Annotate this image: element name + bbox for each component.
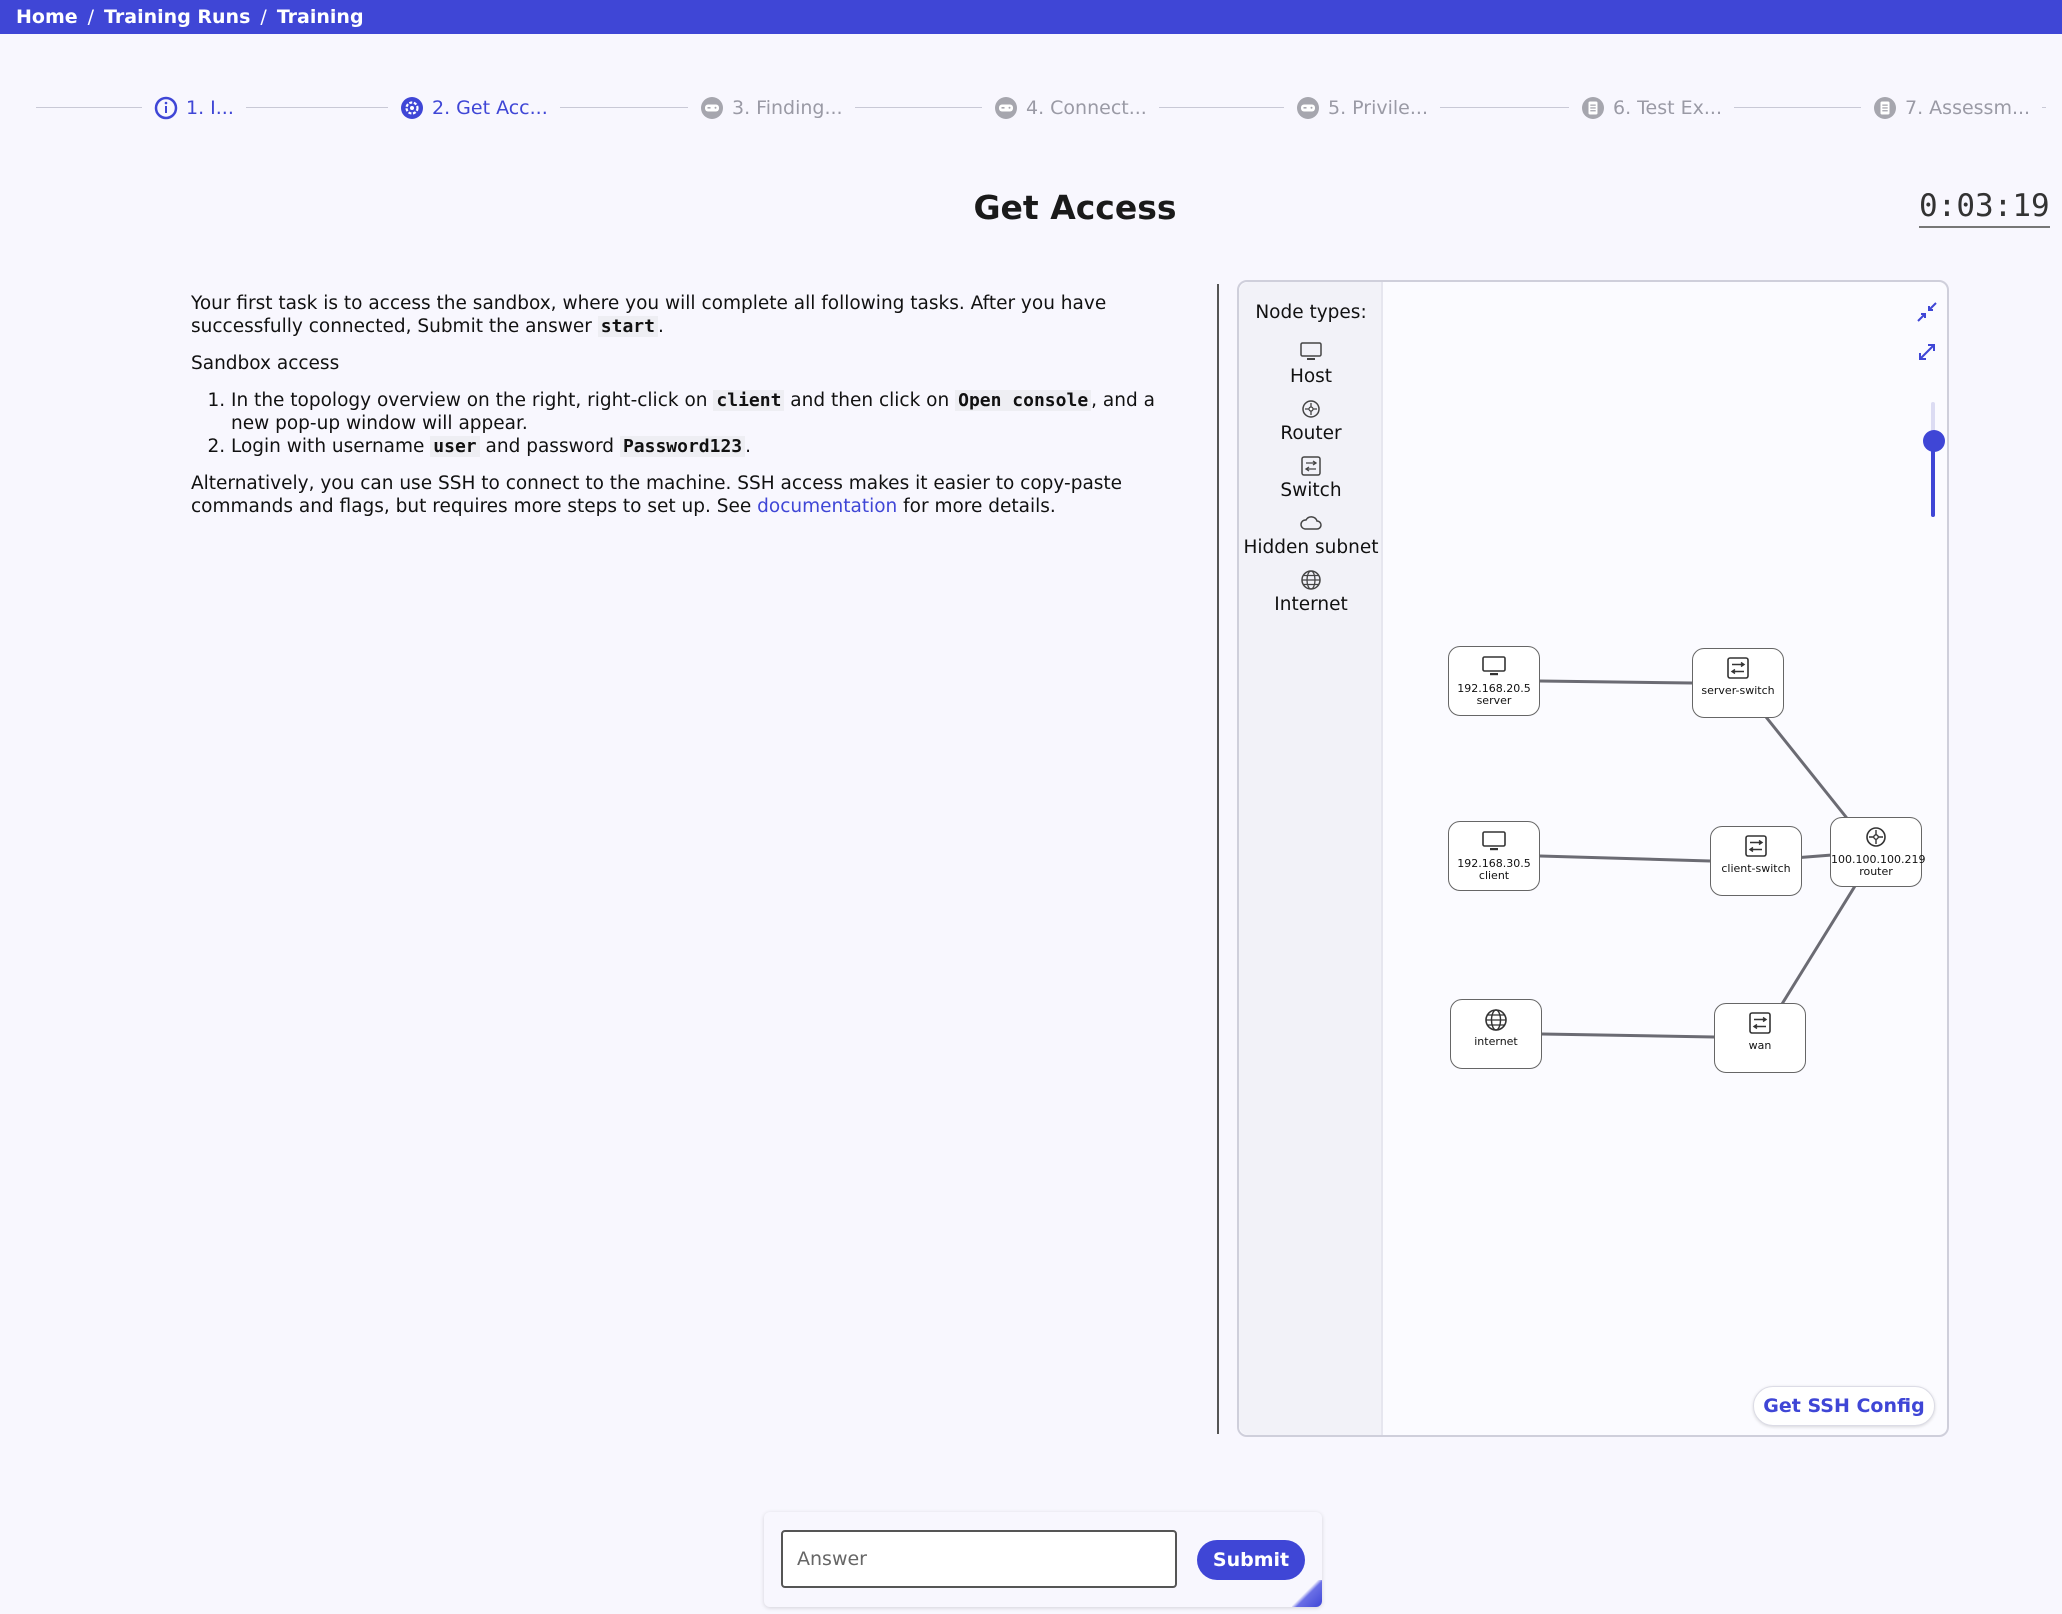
switch-icon [1745,835,1767,857]
breadcrumb-training-runs[interactable]: Training Runs [104,6,250,28]
monitor-icon [1482,831,1506,851]
cloud-icon [1300,516,1322,530]
info-icon [154,96,178,120]
level-stepper: 1. I... 2. Get Acc... 3. Finding... 4. C… [36,90,2046,126]
node-internet[interactable]: internet [1450,999,1542,1069]
step-5[interactable]: 5. Privile... [1284,90,1440,126]
node-name: client [1478,869,1510,882]
legend-title: Node types: [1255,302,1367,323]
text: and then click on [784,390,956,411]
intro-paragraph: Your first task is to access the sandbox… [191,292,1191,338]
switch-icon [1749,1012,1771,1034]
step-1[interactable]: 1. I... [142,90,246,126]
breadcrumb-home[interactable]: Home [16,6,78,28]
level-instructions: Your first task is to access the sandbox… [191,292,1191,532]
step-label: 2. Get Acc... [432,97,548,119]
breadcrumb-training: Training [276,6,364,28]
steps-list: In the topology overview on the right, r… [231,389,1191,458]
list-item: Login with username user and password Pa… [231,435,1191,458]
text: . [745,436,752,457]
get-ssh-config-button[interactable]: Get SSH Config [1753,1386,1935,1426]
node-name: wan [1748,1039,1772,1052]
node-type-legend: Node types: Host Router Switch Hidden su… [1239,282,1383,1435]
legend-label: Switch [1280,480,1342,501]
node-server-switch[interactable]: server-switch [1692,648,1784,718]
step-label: 3. Finding... [732,97,843,119]
section-heading: Sandbox access [191,353,340,374]
gear-icon [400,96,424,120]
router-icon [1302,400,1320,418]
documentation-link[interactable]: documentation [757,496,897,517]
node-name: client-switch [1721,862,1791,875]
zoom-slider-fill [1931,442,1935,517]
answer-form: Submit [764,1512,1322,1607]
code-password: Password123 [619,436,746,457]
gamepad-icon [1296,96,1320,120]
legend-host: Host [1239,340,1383,387]
zoom-slider[interactable] [1931,402,1935,517]
breadcrumb-separator: / [260,6,267,28]
step-label: 4. Connect... [1026,97,1147,119]
legend-label: Internet [1274,594,1348,615]
text: In the topology overview on the right, r… [231,390,714,411]
node-client-switch[interactable]: client-switch [1710,826,1802,896]
code-username: user [430,436,480,457]
step-label: 7. Assessm... [1905,97,2031,119]
node-name: server-switch [1701,684,1775,697]
document-icon [1581,96,1605,120]
node-router[interactable]: 100.100.100.219 router [1830,817,1925,887]
step-4[interactable]: 4. Connect... [982,90,1159,126]
legend-hidden-subnet: Hidden subnet [1239,511,1383,558]
globe-icon [1485,1009,1507,1031]
legend-label: Hidden subnet [1243,537,1379,558]
breadcrumb-separator: / [87,6,95,28]
node-name: server [1476,694,1512,707]
globe-icon [1301,570,1321,590]
text: and password [479,436,620,457]
expand-icon[interactable] [1913,338,1941,366]
resize-handle[interactable] [1292,1580,1322,1607]
step-7[interactable]: 7. Assessm... [1861,90,2043,126]
switch-icon [1727,657,1749,679]
node-name: router [1859,865,1893,878]
breadcrumb: Home / Training Runs / Training [0,0,2062,34]
switch-icon [1301,456,1321,476]
step-label: 6. Test Ex... [1613,97,1722,119]
list-item: In the topology overview on the right, r… [231,389,1191,435]
step-label: 1. I... [186,97,234,119]
panel-divider[interactable] [1217,284,1219,1434]
monitor-icon [1482,656,1506,676]
submit-button[interactable]: Submit [1197,1540,1305,1580]
legend-label: Host [1289,366,1333,387]
node-name: internet [1474,1035,1518,1048]
monitor-icon [1300,342,1322,360]
legend-label: Router [1280,423,1342,444]
text: for more details. [897,496,1056,517]
step-6[interactable]: 6. Test Ex... [1569,90,1734,126]
legend-router: Router [1239,397,1383,444]
router-icon [1866,827,1886,847]
collapse-icon[interactable] [1913,298,1941,326]
step-2[interactable]: 2. Get Acc... [388,90,560,126]
zoom-slider-handle[interactable] [1923,430,1945,452]
elapsed-timer: 0:03:19 [1919,188,2050,228]
step-3[interactable]: 3. Finding... [688,90,855,126]
answer-input[interactable] [781,1530,1177,1588]
gamepad-icon [994,96,1018,120]
node-server[interactable]: 192.168.20.5 server [1448,646,1540,716]
document-icon [1873,96,1897,120]
code-client: client [713,390,785,411]
text: . [657,316,664,337]
legend-switch: Switch [1239,454,1383,501]
step-label: 5. Privile... [1328,97,1428,119]
node-wan[interactable]: wan [1714,1003,1806,1073]
page-title: Get Access [973,188,1177,227]
legend-internet: Internet [1239,568,1383,615]
alternative-paragraph: Alternatively, you can use SSH to connec… [191,472,1191,518]
gamepad-icon [700,96,724,120]
code-answer: start [597,316,658,337]
text: Login with username [231,436,431,457]
code-open-console: Open console [955,390,1092,411]
node-client[interactable]: 192.168.30.5 client [1448,821,1540,891]
